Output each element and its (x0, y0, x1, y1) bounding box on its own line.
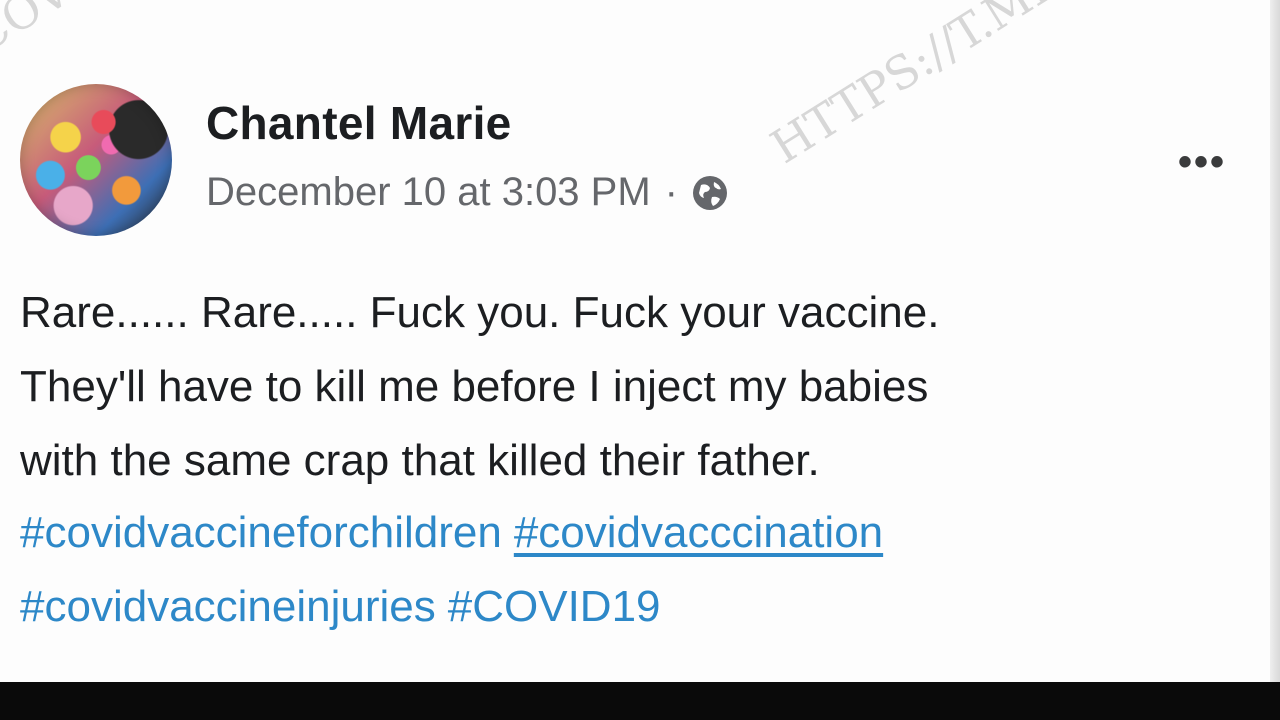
hashtag-link[interactable]: #covidvaccineinjuries (20, 582, 436, 631)
post-body-line: They'll have to kill me before I inject … (20, 362, 929, 411)
avatar[interactable] (20, 84, 172, 236)
hashtag-line: #covidvaccineforchildren #covidvacccinati… (20, 496, 1270, 570)
globe-icon[interactable] (690, 173, 730, 213)
hashtag-link[interactable]: #covidvacccination (514, 508, 883, 557)
watermark-corner: COVID (0, 0, 126, 64)
facebook-post: COVID HTTPS://T.ME/C Chantel Marie Decem… (0, 0, 1280, 682)
post-body: Rare...... Rare..... Fuck you. Fuck your… (20, 276, 1270, 498)
post-body-line: Rare...... Rare..... Fuck you. Fuck your… (20, 288, 940, 337)
meta-separator: · (664, 170, 678, 214)
hashtag-list: #covidvaccineforchildren #covidvacccinati… (20, 496, 1270, 644)
screenshot-frame: COVID HTTPS://T.ME/C Chantel Marie Decem… (0, 0, 1280, 720)
more-options-icon[interactable]: ••• (1178, 140, 1226, 185)
author-name[interactable]: Chantel Marie (206, 96, 512, 150)
video-bottom-bar (0, 682, 1280, 720)
hashtag-link[interactable]: #COVID19 (448, 582, 661, 631)
right-edge-shadow (1270, 0, 1280, 682)
post-timestamp[interactable]: December 10 at 3:03 PM (206, 170, 651, 215)
hashtag-link[interactable]: #covidvaccineforchildren (20, 508, 502, 557)
watermark-url: HTTPS://T.ME/C (761, 0, 1114, 174)
hashtag-line: #covidvaccineinjuries #COVID19 (20, 570, 1270, 644)
avatar-shade (20, 84, 172, 236)
post-body-line: with the same crap that killed their fat… (20, 436, 820, 485)
post-meta: December 10 at 3:03 PM · (206, 170, 730, 215)
